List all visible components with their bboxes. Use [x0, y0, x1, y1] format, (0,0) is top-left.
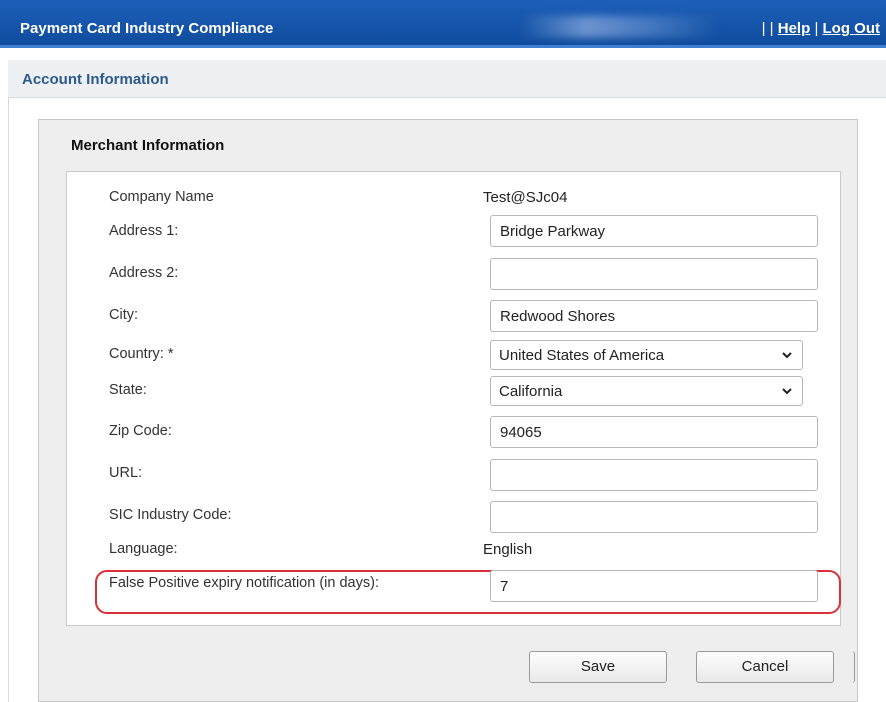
help-link[interactable]: Help	[778, 20, 811, 37]
panel-heading: Merchant Information	[71, 137, 225, 154]
sic-input[interactable]	[490, 501, 818, 533]
header-separator: | |	[761, 20, 774, 37]
fp-expiry-label: False Positive expiry notification (in d…	[109, 575, 379, 591]
address2-input[interactable]	[490, 258, 818, 290]
language-value: English	[483, 541, 533, 558]
url-input[interactable]	[490, 459, 818, 491]
app-title: Payment Card Industry Compliance	[20, 20, 274, 37]
company-name-value: Test@SJc04	[483, 189, 568, 206]
address1-input[interactable]	[490, 215, 818, 247]
city-input[interactable]	[490, 300, 818, 332]
logout-link[interactable]: Log Out	[823, 20, 880, 37]
button-edge	[851, 651, 855, 683]
state-selected-value: California	[499, 383, 563, 400]
language-label: Language:	[109, 541, 178, 557]
company-name-label: Company Name	[109, 189, 214, 205]
page-title: Account Information	[22, 71, 169, 88]
header-links: | | Help | Log Out	[762, 20, 880, 37]
chevron-down-icon	[782, 352, 792, 359]
zip-input[interactable]	[490, 416, 818, 448]
content-divider	[8, 98, 9, 702]
sic-label: SIC Industry Code:	[109, 507, 232, 523]
fp-expiry-input[interactable]	[490, 570, 818, 602]
country-select[interactable]: United States of America	[490, 340, 803, 370]
header-pipe: |	[814, 20, 819, 37]
address1-label: Address 1:	[109, 223, 179, 239]
save-button[interactable]: Save	[529, 651, 667, 683]
country-label: Country: *	[109, 346, 174, 362]
blurred-user-info	[520, 16, 720, 38]
section-bar: Account Information	[8, 60, 886, 98]
country-selected-value: United States of America	[499, 347, 665, 364]
top-header-bar: Payment Card Industry Compliance | | Hel…	[0, 0, 886, 48]
zip-label: Zip Code:	[109, 423, 172, 439]
url-label: URL:	[109, 465, 143, 481]
address2-label: Address 2:	[109, 265, 179, 281]
cancel-button[interactable]: Cancel	[696, 651, 834, 683]
city-label: City:	[109, 307, 138, 323]
state-label: State:	[109, 382, 147, 398]
chevron-down-icon	[782, 388, 792, 395]
merchant-panel: Merchant Information Company Name Test@S…	[38, 119, 858, 702]
merchant-form: Company Name Test@SJc04 Address 1: Addre…	[66, 171, 841, 626]
state-select[interactable]: California	[490, 376, 803, 406]
